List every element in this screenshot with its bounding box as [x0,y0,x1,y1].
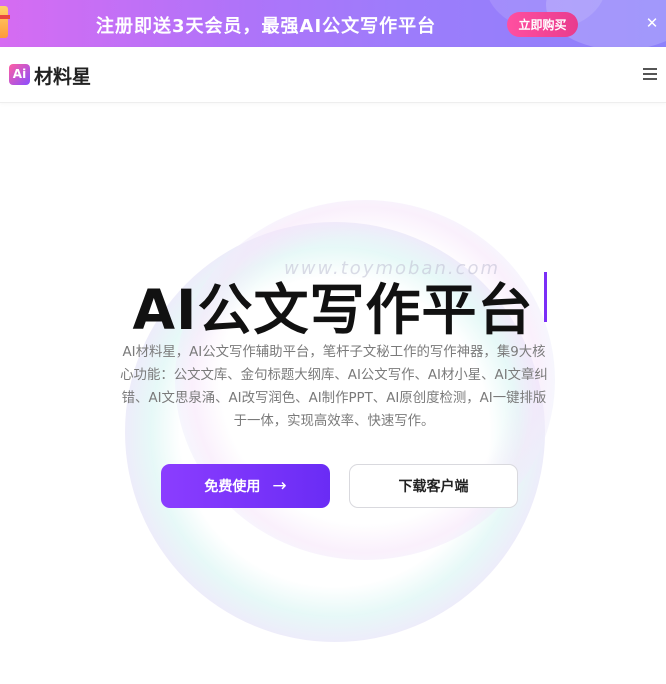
download-client-button[interactable]: 下载客户端 [349,464,518,508]
menu-icon[interactable] [643,68,657,80]
hero-title: AI公文写作平台 [132,278,534,342]
buy-now-button[interactable]: 立即购买 [507,12,578,37]
typing-cursor [544,272,547,322]
promo-text: 注册即送3天会员，最强AI公文写作平台 [96,16,437,37]
logo-icon[interactable]: Ai [9,64,30,85]
free-use-button[interactable]: 免费使用 → [161,464,330,508]
arrow-right-icon: → [272,476,287,496]
gift-icon [0,6,10,38]
top-nav: Ai 材料星 [0,47,666,103]
brand-name[interactable]: 材料星 [34,62,91,89]
hero-description: AI材料星，AI公文写作辅助平台，笔杆子文秘工作的写作神器，集9大核心功能：公文… [120,345,548,429]
promo-banner: 注册即送3天会员，最强AI公文写作平台 立即购买 ✕ [0,0,666,47]
close-icon[interactable]: ✕ [640,11,664,35]
free-use-label: 免费使用 [204,479,261,495]
